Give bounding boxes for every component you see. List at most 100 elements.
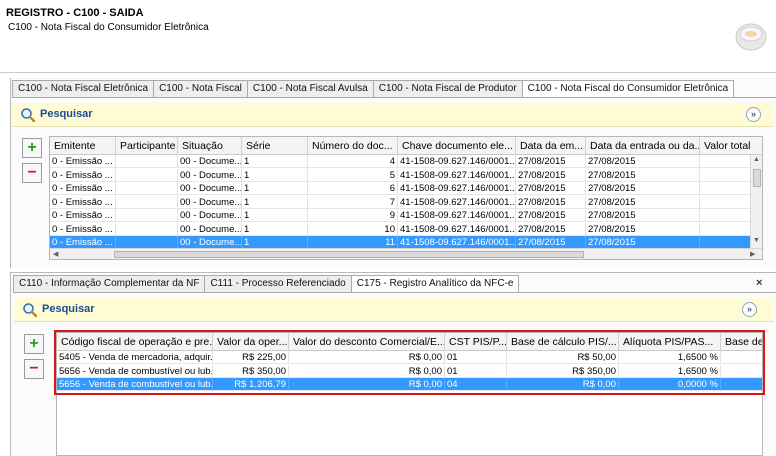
table-row[interactable]: 0 - Emissão ... 00 - Docume... 1 6 41-1508-0… xyxy=(50,182,762,195)
table-cell: 10 xyxy=(308,222,398,236)
tab-1[interactable]: C100 - Nota Fiscal Eletrônica xyxy=(12,80,155,97)
remove-button[interactable]: − xyxy=(22,163,42,183)
table-cell: 0 - Emissão ... xyxy=(50,168,116,182)
search-bar-detail[interactable]: Pesquisar » xyxy=(14,298,774,322)
scroll-down-icon[interactable]: ▼ xyxy=(753,237,760,244)
search-bar[interactable]: Pesquisar » xyxy=(12,103,774,127)
column-header[interactable]: Valor total xyxy=(700,137,762,155)
table-row[interactable]: 0 - Emissão ... 00 - Docume... 1 9 41-1508-0… xyxy=(50,209,762,222)
column-header[interactable]: Data da entrada ou da... xyxy=(586,137,700,155)
table-cell: 41-1508-09.627.146/0001... xyxy=(398,209,516,222)
scroll-thumb-horizontal[interactable] xyxy=(114,251,584,258)
table-cell: 00 - Docume... xyxy=(178,222,242,236)
header: REGISTRO - C100 - SAIDA C100 - Nota Fisc… xyxy=(0,0,776,66)
table-cell: 1 xyxy=(242,168,308,182)
table-cell: 00 - Docume... xyxy=(178,182,242,195)
table-row[interactable]: 0 - Emissão ... 00 - Docume... 1 4 41-1508-0… xyxy=(50,155,762,168)
logo-icon xyxy=(735,23,767,51)
expand-chevron-icon[interactable]: » xyxy=(746,107,761,122)
page-subtitle: C100 - Nota Fiscal do Consumidor Eletrôn… xyxy=(8,22,209,33)
table-row[interactable]: 0 - Emissão ... 00 - Docume... 1 5 41-1508-0… xyxy=(50,168,762,182)
scroll-right-icon[interactable]: ▶ xyxy=(750,250,755,258)
close-icon[interactable]: × xyxy=(756,277,762,289)
tab-4[interactable]: C100 - Nota Fiscal de Produtor xyxy=(372,80,523,97)
table-cell: 5 xyxy=(308,168,398,182)
table-cell: 00 - Docume... xyxy=(178,155,242,168)
column-header[interactable]: Emitente xyxy=(50,137,116,155)
tab-1[interactable]: C110 - Informação Complementar da NF xyxy=(13,275,206,292)
column-header[interactable]: Situação xyxy=(178,137,242,155)
horizontal-scrollbar[interactable]: ◀ ▶ xyxy=(50,248,762,259)
vertical-scrollbar[interactable]: ▲ ▼ xyxy=(750,155,762,248)
table-cell: 6 xyxy=(308,182,398,195)
page-title: REGISTRO - C100 - SAIDA xyxy=(6,7,144,19)
tab-2[interactable]: C100 - Nota Fiscal xyxy=(153,80,248,97)
table-cell: 27/08/2015 xyxy=(516,182,586,195)
table-row[interactable]: 0 - Emissão ... 00 - Docume... 1 7 41-1508-0… xyxy=(50,195,762,209)
table-cell: 27/08/2015 xyxy=(586,182,700,195)
table-cell: 0 - Emissão ... xyxy=(50,209,116,222)
add-button[interactable]: + xyxy=(22,138,42,158)
divider xyxy=(0,72,776,73)
table-cell: 27/08/2015 xyxy=(586,209,700,222)
table-cell: 27/08/2015 xyxy=(586,168,700,182)
table-cell: 27/08/2015 xyxy=(516,155,586,168)
table-cell xyxy=(116,209,178,222)
tab-divider xyxy=(13,292,776,293)
column-header[interactable]: Número do doc... xyxy=(308,137,398,155)
table-cell: 0 - Emissão ... xyxy=(50,155,116,168)
bottom-tab-bar: C110 - Informação Complementar da NF C111… xyxy=(13,275,520,293)
table-cell: 00 - Docume... xyxy=(178,168,242,182)
scroll-left-icon[interactable]: ◀ xyxy=(53,250,58,258)
table-cell: 4 xyxy=(308,155,398,168)
search-icon xyxy=(21,108,36,123)
table-cell: 27/08/2015 xyxy=(586,222,700,236)
table-cell xyxy=(116,182,178,195)
column-header[interactable]: Participante xyxy=(116,137,178,155)
table-cell xyxy=(116,155,178,168)
column-header[interactable]: Data da em... xyxy=(516,137,586,155)
column-header[interactable]: Série xyxy=(242,137,308,155)
top-tab-bar: C100 - Nota Fiscal Eletrônica C100 - Nota… xyxy=(12,80,735,98)
tab-5[interactable]: C100 - Nota Fiscal do Consumidor Eletrôn… xyxy=(521,80,735,98)
table-cell: 41-1508-09.627.146/0001... xyxy=(398,222,516,236)
table-cell xyxy=(116,222,178,236)
table-cell: 1 xyxy=(242,182,308,195)
search-label: Pesquisar xyxy=(40,108,93,120)
tab-divider xyxy=(12,97,776,98)
table-cell: 27/08/2015 xyxy=(516,168,586,182)
table-cell xyxy=(116,168,178,182)
table-cell: 0 - Emissão ... xyxy=(50,222,116,236)
scroll-thumb[interactable] xyxy=(753,169,761,187)
table-cell: 41-1508-09.627.146/0001... xyxy=(398,195,516,209)
scroll-up-icon[interactable]: ▲ xyxy=(753,156,760,163)
documents-grid[interactable]: Emitente Participante Situação Série Número … xyxy=(49,136,763,260)
table-cell xyxy=(116,195,178,209)
search-label: Pesquisar xyxy=(42,303,95,315)
table-cell: 27/08/2015 xyxy=(586,195,700,209)
table-cell: 1 xyxy=(242,209,308,222)
table-cell: 27/08/2015 xyxy=(516,195,586,209)
add-button[interactable]: + xyxy=(24,334,44,354)
column-header[interactable]: Chave documento ele... xyxy=(398,137,516,155)
table-cell: 9 xyxy=(308,209,398,222)
table-cell: 41-1508-09.627.146/0001... xyxy=(398,168,516,182)
table-cell: 00 - Docume... xyxy=(178,195,242,209)
highlight-box xyxy=(54,330,765,395)
table-cell: 41-1508-09.627.146/0001... xyxy=(398,155,516,168)
table-cell: 0 - Emissão ... xyxy=(50,195,116,209)
table-cell: 27/08/2015 xyxy=(516,209,586,222)
table-cell: 0 - Emissão ... xyxy=(50,182,116,195)
tab-3[interactable]: C100 - Nota Fiscal Avulsa xyxy=(246,80,374,97)
expand-chevron-icon[interactable]: » xyxy=(742,302,757,317)
table-cell: 7 xyxy=(308,195,398,209)
search-icon xyxy=(23,303,38,318)
table-row[interactable]: 0 - Emissão ... 00 - Docume... 1 10 41-1508-… xyxy=(50,222,762,236)
table-cell: 1 xyxy=(242,155,308,168)
table-cell: 1 xyxy=(242,195,308,209)
remove-button[interactable]: − xyxy=(24,359,44,379)
grid-header: Emitente Participante Situação Série Número … xyxy=(50,137,762,155)
table-cell: 41-1508-09.627.146/0001... xyxy=(398,182,516,195)
tab-3[interactable]: C175 - Registro Analítico da NFC-e xyxy=(350,275,520,293)
tab-2[interactable]: C111 - Processo Referenciado xyxy=(204,275,352,292)
